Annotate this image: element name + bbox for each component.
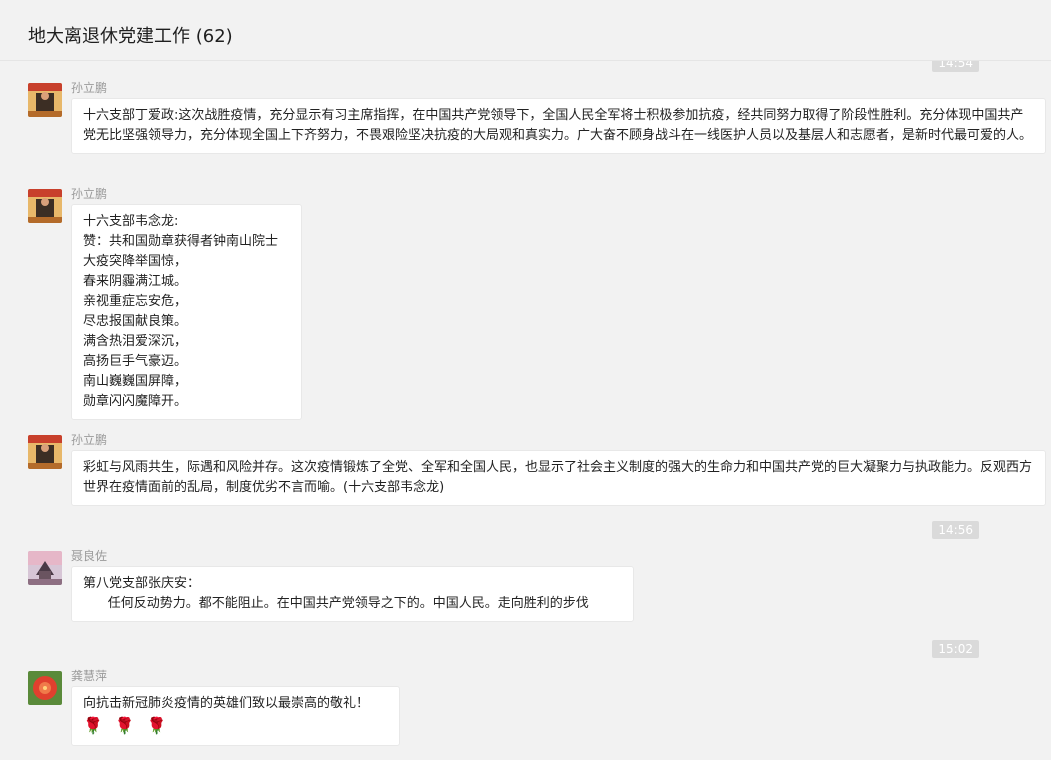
message-item: 龚慧萍 向抗击新冠肺炎疫情的英雄们致以最崇高的敬礼！ 🌹 🌹 🌹: [28, 669, 408, 751]
message-line: 尽忠报国献良策。: [83, 314, 188, 329]
message-bubble[interactable]: 向抗击新冠肺炎疫情的英雄们致以最崇高的敬礼！ 🌹 🌹 🌹: [71, 686, 400, 746]
message-item: 孙立鹏 十六支部丁爱政:这次战胜疫情，充分显示有习主席指挥，在中国共产党领导下，…: [28, 81, 1048, 173]
message-line: 高扬巨手气豪迈。: [83, 354, 188, 369]
message-text: 向抗击新冠肺炎疫情的英雄们致以最崇高的敬礼！: [83, 696, 370, 711]
message-line: 十六支部韦念龙:: [83, 214, 179, 229]
rose-icon: 🌹: [146, 716, 167, 735]
timestamp: 14:56: [932, 521, 979, 539]
message-line: 春来阴霾满江城。: [83, 274, 188, 289]
sender-name: 孙立鹏: [71, 187, 108, 201]
chat-header: 地大离退休党建工作 (62): [0, 0, 1051, 61]
sender-name: 孙立鹏: [71, 433, 108, 447]
message-item: 孙立鹏 十六支部韦念龙: 赞：共和国勋章获得者钟南山院士 大疫突降举国惊， 春来…: [28, 187, 328, 420]
sender-name: 聂良佐: [71, 549, 108, 563]
message-bubble[interactable]: 十六支部丁爱政:这次战胜疫情，充分显示有习主席指挥，在中国共产党领导下，全国人民…: [71, 98, 1046, 154]
message-line: 大疫突降举国惊，: [83, 254, 188, 269]
message-bubble[interactable]: 第八党支部张庆安： 任何反动势力。都不能阻止。在中国共产党领导之下的。中国人民。…: [71, 566, 634, 622]
avatar[interactable]: [28, 83, 62, 117]
message-text: 彩虹与风雨共生，际遇和风险并存。这次疫情锻炼了全党、全军和全国人民，也显示了社会…: [83, 460, 1033, 495]
message-line: 任何反动势力。都不能阻止。在中国共产党领导之下的。中国人民。走向胜利的步伐: [83, 596, 589, 611]
message-item: 聂良佐 第八党支部张庆安： 任何反动势力。都不能阻止。在中国共产党领导之下的。中…: [28, 549, 648, 622]
emoji-row: 🌹 🌹 🌹: [83, 714, 388, 738]
timestamp: 14:54: [932, 61, 979, 72]
avatar[interactable]: [28, 189, 62, 223]
message-bubble[interactable]: 彩虹与风雨共生，际遇和风险并存。这次疫情锻炼了全党、全军和全国人民，也显示了社会…: [71, 450, 1046, 506]
message-line: 亲视重症忘安危，: [83, 294, 188, 309]
chat-title: 地大离退休党建工作 (62): [28, 26, 233, 47]
chat-window: 地大离退休党建工作 (62) 14:54 孙立鹏 十六支部丁爱政:这次战胜疫情，…: [0, 0, 1051, 760]
sender-name: 孙立鹏: [71, 81, 108, 95]
avatar[interactable]: [28, 435, 62, 469]
rose-icon: 🌹: [114, 716, 135, 735]
message-bubble[interactable]: 十六支部韦念龙: 赞：共和国勋章获得者钟南山院士 大疫突降举国惊， 春来阴霾满江…: [71, 204, 302, 420]
message-list[interactable]: 14:54 孙立鹏 十六支部丁爱政:这次战胜疫情，充分显示有习主席指挥，在中国共…: [0, 61, 1051, 760]
message-line: 南山巍巍国屏障，: [83, 374, 188, 389]
avatar[interactable]: [28, 551, 62, 585]
message-line: 满含热泪爱深沉，: [83, 334, 188, 349]
message-text: 十六支部丁爱政:这次战胜疫情，充分显示有习主席指挥，在中国共产党领导下，全国人民…: [83, 108, 1033, 143]
message-line: 赞：共和国勋章获得者钟南山院士: [83, 234, 279, 249]
avatar[interactable]: [28, 671, 62, 705]
sender-name: 龚慧萍: [71, 669, 108, 683]
rose-icon: 🌹: [83, 716, 103, 735]
message-item: 孙立鹏 彩虹与风雨共生，际遇和风险并存。这次疫情锻炼了全党、全军和全国人民，也显…: [28, 433, 1048, 506]
message-line: 勋章闪闪魔障开。: [83, 394, 188, 409]
message-line: 第八党支部张庆安：: [83, 576, 201, 591]
timestamp: 15:02: [932, 640, 979, 658]
